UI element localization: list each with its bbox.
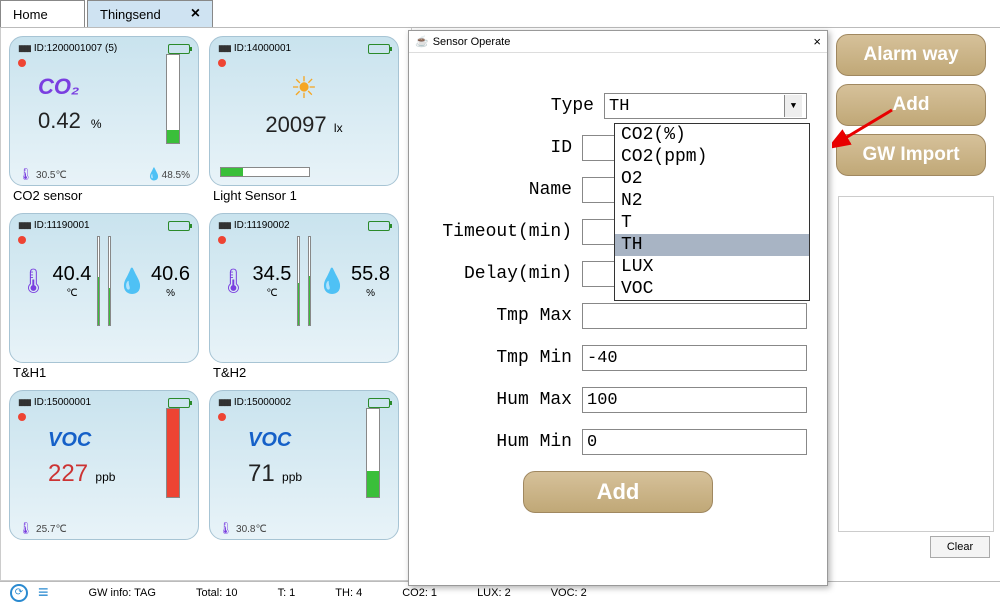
status-co2: CO2: 1 [402,587,437,599]
sensor-id: ID:14000001 [234,43,291,54]
alarm-way-button[interactable]: Alarm way [836,34,986,76]
sensor-grid: ID:1200001007 (5) CO₂ 0.42 % 30.5℃ 48.5% [0,28,412,581]
co2-label: CO₂ [38,74,79,100]
tmp-max-field[interactable] [582,303,807,329]
sensor-id: ID:15000001 [34,397,91,408]
sensor-name: T&H1 [9,363,199,386]
humidity-icon [317,267,347,296]
battery-icon [168,221,190,231]
status-gw: GW info: TAG [89,587,156,599]
sensor-card-voc2[interactable]: ID:15000002 VOC 71 ppb 30.8℃ [209,390,399,540]
dropdown-option[interactable]: LUX [615,256,809,278]
tab-bar: Home Thingsend × [0,0,1000,28]
signal-icon [218,220,230,231]
sensor-name: CO2 sensor [9,186,199,209]
signal-icon [18,43,30,54]
sensor-name: T&H2 [209,363,399,386]
thermometer-icon [218,267,248,296]
gw-import-button[interactable]: GW Import [836,134,986,176]
signal-icon [218,397,230,408]
sensor-operate-dialog: Sensor Operate × Type TH▼ ID Name Timeou… [408,30,828,586]
add-button[interactable]: Add [836,84,986,126]
dropdown-option[interactable]: O2 [615,168,809,190]
signal-icon [18,220,30,231]
refresh-icon[interactable]: ⟳ [10,584,28,602]
sun-icon [291,71,318,106]
hum-max-field[interactable] [582,387,807,413]
hum-min-field[interactable] [582,429,807,455]
sensor-card-voc1[interactable]: ID:15000001 VOC 227 ppb 25.7℃ [9,390,199,540]
tmp-min-field[interactable] [582,345,807,371]
type-dropdown[interactable]: CO2(%) CO2(ppm) O2 N2 T TH LUX VOC [614,123,810,301]
battery-icon [368,44,390,54]
tab-home[interactable]: Home [0,0,85,27]
thermometer-icon [18,524,33,535]
java-icon [415,35,433,48]
type-select[interactable]: TH▼ [604,93,807,119]
humidity-icon [147,170,162,181]
dropdown-option[interactable]: T [615,212,809,234]
signal-icon [18,397,30,408]
signal-icon [218,43,230,54]
status-total: Total: 10 [196,587,238,599]
status-th: TH: 4 [335,587,362,599]
right-listbox[interactable] [838,196,994,532]
dropdown-option[interactable]: TH [615,234,809,256]
chevron-down-icon: ▼ [784,95,802,117]
clear-button[interactable]: Clear [930,536,990,558]
dropdown-option[interactable]: VOC [615,278,809,300]
battery-icon [368,398,390,408]
tab-thingsend[interactable]: Thingsend × [87,0,213,27]
sensor-card-th1[interactable]: ID:11190001 40.4℃ 40.6% [9,213,199,363]
close-icon[interactable]: × [161,5,200,23]
dialog-add-button[interactable]: Add [523,471,713,513]
battery-icon [168,398,190,408]
dropdown-option[interactable]: CO2(ppm) [615,146,809,168]
battery-icon [168,44,190,54]
right-panel: Alarm way Add GW Import [836,34,996,184]
humidity-icon [117,267,147,296]
dropdown-option[interactable]: N2 [615,190,809,212]
list-icon[interactable] [38,582,49,603]
sensor-card-co2[interactable]: ID:1200001007 (5) CO₂ 0.42 % 30.5℃ 48.5% [9,36,199,186]
dialog-close-icon[interactable]: × [813,34,821,49]
sensor-id: ID:1200001007 (5) [34,43,117,54]
sensor-id: ID:11190001 [34,220,90,231]
thermometer-icon [218,524,233,535]
sensor-card-th2[interactable]: ID:11190002 34.5℃ 55.8% [209,213,399,363]
thermometer-icon [18,170,33,181]
status-t: T: 1 [278,587,296,599]
status-lux: LUX: 2 [477,587,511,599]
sensor-id: ID:15000002 [234,397,291,408]
dropdown-option[interactable]: CO2(%) [615,124,809,146]
sensor-name: Light Sensor 1 [209,186,399,209]
sensor-card-lux[interactable]: ID:14000001 20097 lx [209,36,399,186]
dialog-titlebar: Sensor Operate × [409,31,827,53]
thermometer-icon [18,267,48,296]
sensor-value: 0.42 [38,108,81,134]
battery-icon [368,221,390,231]
status-voc: VOC: 2 [551,587,587,599]
sensor-id: ID:11190002 [234,220,290,231]
